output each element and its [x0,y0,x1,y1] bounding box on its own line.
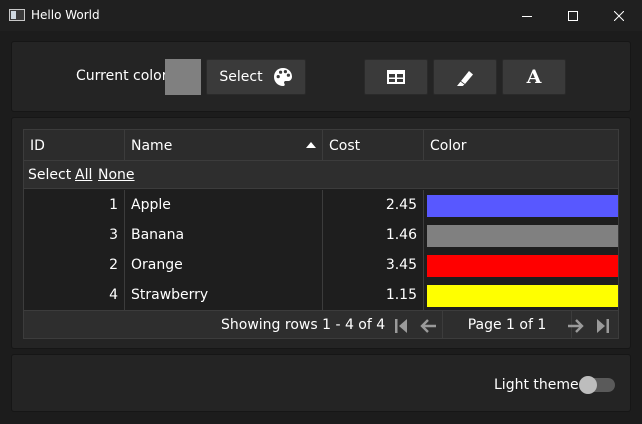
selection-bar: Select All None [24,161,618,189]
select-all-link[interactable]: All [75,167,92,183]
column-header-color[interactable]: Color [424,130,618,161]
color-swatch [427,255,618,277]
name-cell: Banana [125,220,323,250]
close-icon [614,10,624,21]
column-header-id[interactable]: ID [24,130,125,161]
first-page-icon [395,319,407,333]
cost-cell: 2.45 [323,190,424,220]
rows-info: Showing rows 1 - 4 of 4 [221,317,386,333]
current-color-label: Current color: [76,68,172,84]
first-page-button[interactable] [390,315,412,337]
id-cell: 4 [24,280,125,310]
last-page-icon [597,319,609,333]
arrow-right-icon [568,319,584,333]
column-header-name[interactable]: Name [125,130,323,161]
color-cell [424,220,618,250]
maximize-icon [568,10,578,21]
color-swatch [427,195,618,217]
selection-label: Select [28,167,72,183]
brush-icon [457,71,473,86]
color-cell [424,280,618,310]
light-theme-label: Light theme [494,377,579,393]
toggle-knob [579,376,597,394]
color-cell [424,250,618,280]
sort-ascending-icon [306,142,316,148]
previous-page-button[interactable] [417,315,439,337]
current-color-swatch[interactable] [165,59,201,95]
table-row[interactable]: 4 Strawberry 1.15 [24,280,618,310]
color-swatch [427,285,618,307]
name-cell: Apple [125,190,323,220]
minimize-button[interactable] [504,0,550,31]
table-icon [387,70,405,84]
brush-button[interactable] [433,59,497,95]
table-row[interactable]: 1 Apple 2.45 [24,190,618,220]
table-row[interactable]: 2 Orange 3.45 [24,250,618,280]
select-color-label: Select [219,69,263,85]
page-info: Page 1 of 1 [442,311,572,339]
cost-cell: 1.46 [323,220,424,250]
app-icon [9,9,25,21]
font-icon: A [526,66,542,88]
next-page-button[interactable] [565,315,587,337]
id-cell: 2 [24,250,125,280]
select-color-button[interactable]: Select [206,59,306,95]
column-header-cost[interactable]: Cost [323,130,424,161]
data-table: ID Name Cost Color Select All None 1 App… [23,129,619,339]
minimize-icon [522,15,532,17]
table-view-button[interactable] [364,59,428,95]
color-cell [424,190,618,220]
arrow-left-icon [420,319,436,333]
table-footer: Showing rows 1 - 4 of 4 Page 1 of 1 [24,310,618,339]
id-cell: 3 [24,220,125,250]
table-row[interactable]: 3 Banana 1.46 [24,220,618,250]
name-cell: Orange [125,250,323,280]
last-page-button[interactable] [592,315,614,337]
cost-cell: 1.15 [323,280,424,310]
light-theme-toggle[interactable] [579,376,615,394]
color-swatch [427,225,618,247]
name-cell: Strawberry [125,280,323,310]
maximize-button[interactable] [550,0,596,31]
font-button[interactable]: A [502,59,566,95]
window-title: Hello World [31,8,100,22]
id-cell: 1 [24,190,125,220]
select-none-link[interactable]: None [98,167,135,183]
close-button[interactable] [596,0,642,31]
cost-cell: 3.45 [323,250,424,280]
palette-icon [273,68,292,86]
title-bar: Hello World [0,0,642,31]
